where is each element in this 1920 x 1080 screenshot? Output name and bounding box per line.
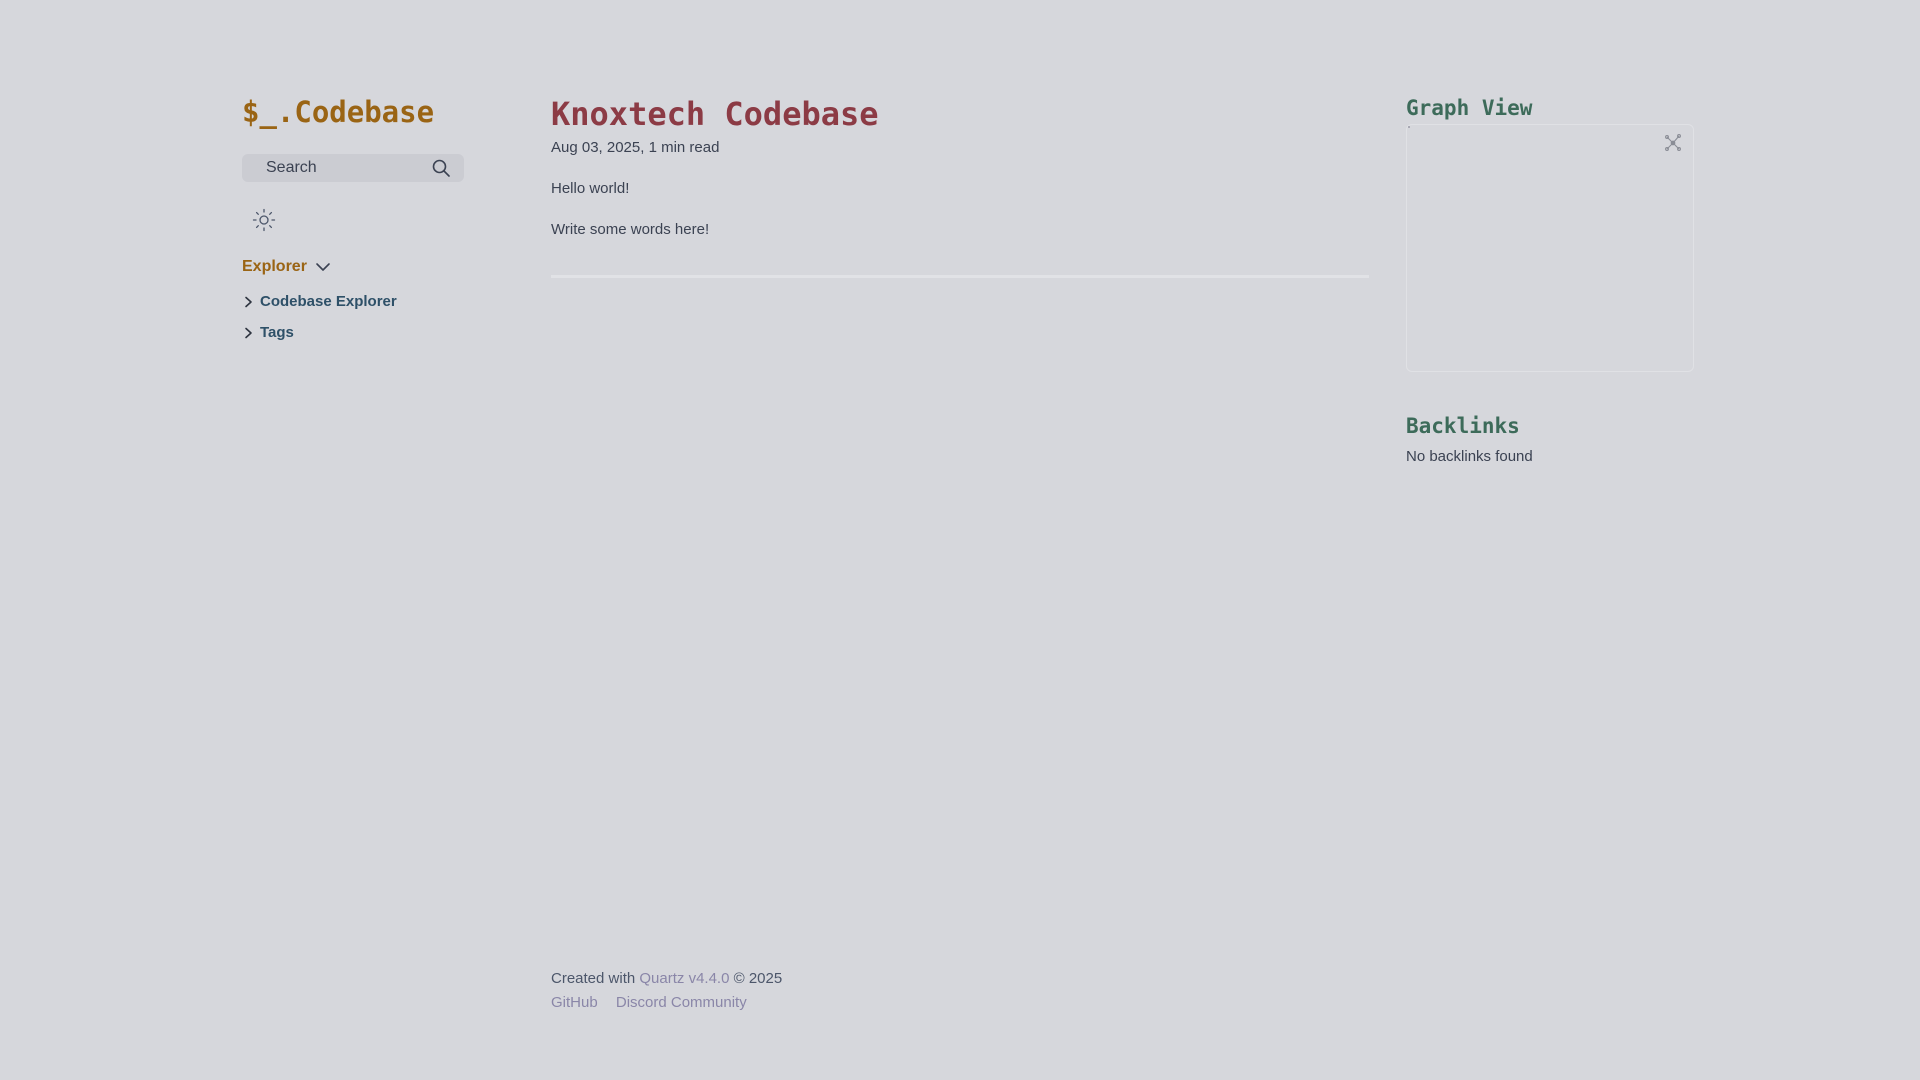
backlinks-title: Backlinks: [1406, 414, 1520, 438]
global-graph-button[interactable]: [1663, 133, 1683, 153]
article-paragraph: Write some words here!: [551, 221, 710, 238]
article-body: Hello world! Write some words here!: [551, 178, 1369, 241]
backlinks-empty-text: No backlinks found: [1406, 448, 1533, 465]
discord-community-link[interactable]: Discord Community: [616, 994, 747, 1011]
footer-copyright: © 2025: [733, 970, 783, 987]
footer-created-prefix: Created with: [551, 970, 636, 987]
sun-icon: [252, 208, 276, 232]
chevron-down-icon: [316, 263, 330, 271]
graph-view-canvas[interactable]: [1406, 124, 1694, 372]
explorer-folder-tags[interactable]: Tags: [242, 317, 482, 348]
global-graph-icon: [1665, 134, 1681, 151]
search-icon: [432, 159, 450, 177]
right-sidebar: Graph View Backlinks No backlinks found: [1406, 92, 1694, 468]
graph-node[interactable]: [1408, 126, 1410, 128]
article-title: Knoxtech Codebase: [551, 95, 879, 133]
site-title[interactable]: $_.Codebase: [242, 92, 482, 132]
explorer-folder-label[interactable]: Tags: [260, 324, 294, 341]
explorer-folder-label[interactable]: Codebase Explorer: [260, 293, 397, 310]
explorer-folder-codebase-explorer[interactable]: Codebase Explorer: [242, 286, 482, 317]
divider: [551, 275, 1369, 278]
github-link[interactable]: GitHub: [551, 994, 598, 1011]
theme-toggle-button[interactable]: [252, 208, 276, 232]
search-button[interactable]: Search: [242, 154, 464, 182]
footer: Created with Quartz v4.4.0 © 2025 GitHub…: [551, 968, 782, 1014]
left-sidebar: $_.Codebase Search Explorer Codebase Exp…: [242, 92, 482, 348]
explorer-toggle[interactable]: Explorer: [242, 258, 482, 276]
chevron-right-icon[interactable]: [242, 296, 254, 308]
explorer-list: Codebase Explorer Tags: [242, 286, 482, 348]
footer-credit: Created with Quartz v4.4.0 © 2025: [551, 968, 782, 990]
graph-view-title: Graph View: [1406, 96, 1533, 120]
quartz-link[interactable]: Quartz v4.4.0: [639, 970, 729, 987]
article-meta: Aug 03, 2025, 1 min read: [551, 139, 720, 156]
main-content: Knoxtech Codebase Aug 03, 2025, 1 min re…: [551, 92, 1369, 278]
footer-links: GitHub Discord Community: [551, 992, 782, 1014]
chevron-right-icon[interactable]: [242, 327, 254, 339]
backlinks-section: Backlinks No backlinks found: [1406, 410, 1694, 468]
explorer-title: Explorer: [242, 258, 307, 275]
page: $_.Codebase Search Explorer Codebase Exp…: [0, 0, 1920, 1080]
search-label: Search: [266, 159, 317, 176]
article-paragraph: Hello world!: [551, 180, 630, 197]
